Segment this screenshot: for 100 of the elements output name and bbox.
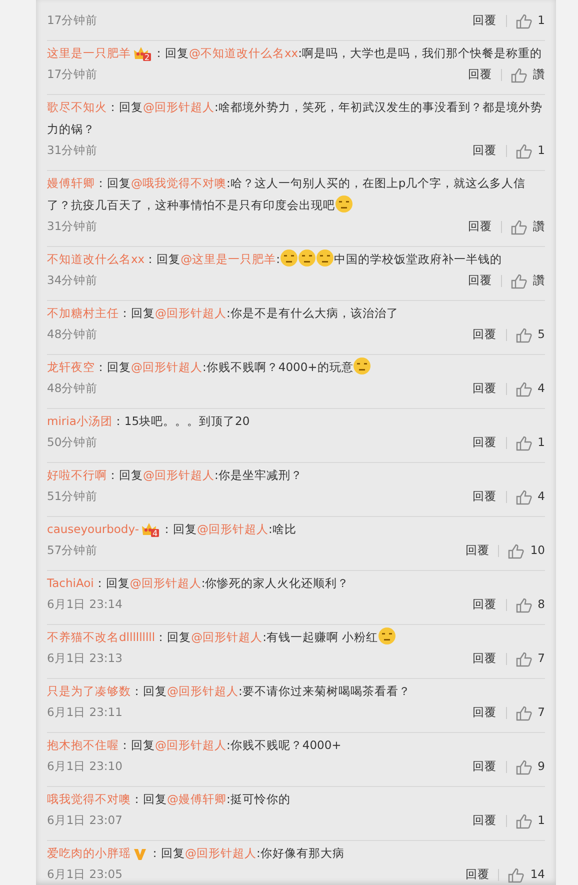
user-link[interactable]: 不养猫不改名dlllllllll <box>47 630 156 644</box>
reply-link[interactable]: 回覆 <box>468 218 492 236</box>
thumbs-up-icon[interactable] <box>508 544 524 558</box>
like-count: 1 <box>538 812 545 830</box>
reply-link[interactable]: 回覆 <box>468 66 492 84</box>
mention-link[interactable]: @回形针超人 <box>143 100 214 114</box>
emoji-icon <box>316 249 334 267</box>
reply-link[interactable]: 回覆 <box>472 704 497 722</box>
thumbs-up-icon[interactable] <box>516 598 532 612</box>
mention-link[interactable]: @回形针超人 <box>196 522 268 536</box>
thumbs-up-icon[interactable] <box>516 328 532 342</box>
reply-link[interactable]: 回覆 <box>472 326 497 344</box>
comment-time: 6月1日 23:11 <box>47 704 122 722</box>
mention-link[interactable]: @回形针超人 <box>155 738 226 752</box>
reply-link[interactable]: 回覆 <box>472 812 497 830</box>
comment-text: 嫚傅轩卿：回复@哦我觉得不对噢:哈？这人一句别人买的，在图上p几个字，就这么多人信了？抗疫几百天了，这种事情怕不是只有印度会出现吧 <box>47 175 527 215</box>
comment-text: 好啦不行啊：回复@回形针超人:你是坐牢减刑？ <box>47 467 304 484</box>
user-link[interactable]: causeyourbody- <box>47 522 139 536</box>
comment-time: 50分钟前 <box>47 434 98 452</box>
mention-link[interactable]: @这里是一只肥羊 <box>180 252 276 266</box>
mention-link[interactable]: @回形针超人 <box>131 360 202 374</box>
comment-text: 抱木抱不住喔：回复@回形针超人:你贱不贱呢？4000+ <box>47 737 342 754</box>
like-count: 5 <box>538 326 545 344</box>
user-link[interactable]: 不知道改什么名xx <box>47 252 145 266</box>
comment-text: causeyourbody- 4 ：回复@回形针超人:啥比 <box>47 518 545 540</box>
mention-link[interactable]: @回形针超人 <box>130 576 202 590</box>
verified-v-icon <box>133 847 147 861</box>
comment-text: 哦我觉得不对噢：回复@嫚傅轩卿:挺可怜你的 <box>47 791 292 808</box>
reply-link[interactable]: 回覆 <box>465 866 490 884</box>
comment-time: 57分钟前 <box>47 542 98 560</box>
user-link[interactable]: TachiAoi <box>47 576 94 590</box>
reply-link[interactable]: 回覆 <box>472 758 497 776</box>
mention-link[interactable]: @嫚傅轩卿 <box>167 792 226 806</box>
reply-link[interactable]: 回覆 <box>472 488 497 506</box>
comment-time: 34分钟前 <box>47 272 98 290</box>
thumbs-up-icon[interactable] <box>516 436 532 450</box>
comment-time: 6月1日 23:14 <box>47 596 122 614</box>
like-count: 8 <box>538 596 545 614</box>
like-count: 1 <box>538 142 545 160</box>
like-count: 1 <box>538 434 545 452</box>
emoji-icon <box>298 249 316 267</box>
comment-time: 17分钟前 <box>47 12 98 30</box>
comment-text: 这里是一只肥羊 2 ：回复@不知道改什么名xx:啊是吗，大学也是吗，我们那个快餐是称重的 <box>47 42 545 64</box>
thumbs-up-icon[interactable] <box>516 706 532 720</box>
reply-link[interactable]: 回覆 <box>472 650 497 668</box>
like-count: 1 <box>538 12 545 30</box>
mention-link[interactable]: @回形针超人 <box>185 846 256 860</box>
comment-text: 只是为了凑够数：回复@回形针超人:要不请你过来菊树喝喝茶看看？ <box>47 683 412 700</box>
like-count: 14 <box>530 866 545 884</box>
emoji-icon <box>335 195 353 213</box>
crown-badge-icon: 2 <box>133 45 151 61</box>
user-link[interactable]: 爱吃肉的小胖瑶 <box>47 846 131 860</box>
comment-text: 不知道改什么名xx：回复@这里是一只肥羊: 中国的学校饭堂政府补一半钱的 <box>47 248 545 270</box>
mention-link[interactable]: @哦我觉得不对噢 <box>131 176 226 190</box>
user-link[interactable]: 抱木抱不住喔 <box>47 738 119 752</box>
user-link[interactable]: 这里是一只肥羊 <box>47 46 131 60</box>
thumbs-up-icon[interactable] <box>511 274 527 288</box>
user-link[interactable]: 歌尽不知火 <box>47 100 107 114</box>
thumbs-up-icon[interactable] <box>511 220 527 234</box>
user-link[interactable]: 不加糖村主任 <box>47 306 119 320</box>
reply-link[interactable]: 回覆 <box>472 596 497 614</box>
thumbs-up-icon[interactable] <box>516 652 532 666</box>
reply-link[interactable]: 回覆 <box>472 142 497 160</box>
mention-link[interactable]: @不知道改什么名xx <box>189 46 298 60</box>
comment-time: 6月1日 23:05 <box>47 866 122 884</box>
user-link[interactable]: 龙轩夜空 <box>47 360 95 374</box>
user-link[interactable]: 嫚傅轩卿 <box>47 176 95 190</box>
like-count: 7 <box>538 650 545 668</box>
thumbs-up-icon[interactable] <box>516 490 532 504</box>
like-count: 9 <box>538 758 545 776</box>
mention-link[interactable]: @回形针超人 <box>155 306 226 320</box>
user-link[interactable]: 哦我觉得不对噢 <box>47 792 131 806</box>
thumbs-up-icon[interactable] <box>516 14 532 28</box>
user-link[interactable]: 只是为了凑够数 <box>47 684 131 698</box>
thumbs-up-icon[interactable] <box>511 68 527 82</box>
comment-text: 不加糖村主任：回复@回形针超人:你是不是有什么大病，该治治了 <box>47 305 400 322</box>
reply-link[interactable]: 回覆 <box>468 272 492 290</box>
thumbs-up-icon[interactable] <box>508 868 524 882</box>
thumbs-up-icon[interactable] <box>516 814 532 828</box>
reply-link[interactable]: 回覆 <box>472 434 497 452</box>
mention-link[interactable]: @回形针超人 <box>191 630 263 644</box>
reply-link[interactable]: 回覆 <box>472 12 497 30</box>
comment-time: 6月1日 23:07 <box>47 812 122 830</box>
user-link[interactable]: miria小汤团 <box>47 414 112 428</box>
thumbs-up-icon[interactable] <box>516 382 532 396</box>
reply-link[interactable]: 回覆 <box>472 380 497 398</box>
comment-time: 6月1日 23:13 <box>47 650 122 668</box>
user-link[interactable]: 好啦不行啊 <box>47 468 107 482</box>
emoji-icon <box>280 249 298 267</box>
thumbs-up-icon[interactable] <box>516 760 532 774</box>
like-count: 讚 <box>533 272 545 290</box>
mention-link[interactable]: @回形针超人 <box>143 468 214 482</box>
like-count: 讚 <box>533 218 545 236</box>
thumbs-up-icon[interactable] <box>516 144 532 158</box>
like-count: 7 <box>538 704 545 722</box>
comment-text: 不养猫不改名dlllllllll：回复@回形针超人:有钱一起赚啊 小粉红 <box>47 626 545 648</box>
reply-link[interactable]: 回覆 <box>465 542 490 560</box>
like-count: 讚 <box>533 66 545 84</box>
comment-text: 爱吃肉的小胖瑶 ：回复@回形针超人:你好像有那大病 <box>47 845 346 863</box>
mention-link[interactable]: @回形针超人 <box>167 684 238 698</box>
